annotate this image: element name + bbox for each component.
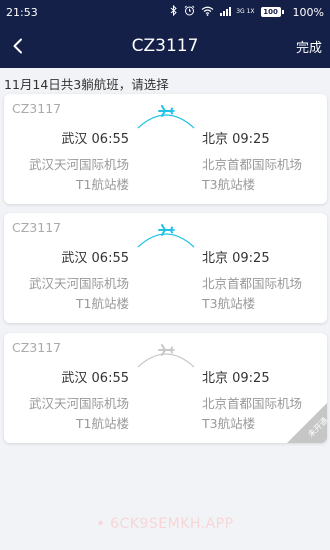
- alarm-clock-icon: [184, 5, 195, 19]
- departure-terminal: T1航站楼: [75, 296, 129, 311]
- departure-city-time: 武汉 06:55: [61, 251, 129, 266]
- departure-airport: 武汉天河国际机场: [28, 276, 129, 291]
- chevron-left-icon: [13, 38, 22, 54]
- flight-card[interactable]: CZ3117 武汉 06:55 北京 09:25 武汉天河国际机场 北京首都国际机场 T1…: [4, 213, 327, 323]
- wifi-icon: [201, 6, 214, 19]
- signal-label: 3G 1X: [236, 8, 255, 15]
- flight-summary: 11月14日共3躺航班，请选择: [4, 77, 169, 92]
- status-icons: 3G 1X 100 100%: [170, 4, 324, 19]
- departure-city-time: 武汉 06:55: [61, 371, 129, 386]
- status-time: 21:53: [6, 5, 38, 19]
- departure-terminal: T1航站楼: [75, 177, 129, 192]
- arrival-terminal: T3航站楼: [202, 177, 256, 192]
- airplane-icon: [137, 344, 195, 368]
- done-button[interactable]: 完成: [296, 37, 322, 56]
- flight-number: CZ3117: [12, 340, 62, 355]
- departure-airport: 武汉天河国际机场: [28, 396, 129, 411]
- airplane-icon: [137, 105, 195, 129]
- battery-icon: 100: [260, 7, 284, 17]
- airplane-icon: [137, 224, 195, 248]
- arrival-city-time: 北京 09:25: [202, 371, 270, 386]
- status-badge: 未开通: [287, 403, 327, 443]
- departure-airport: 武汉天河国际机场: [28, 157, 129, 172]
- arrival-airport: 北京首都国际机场: [202, 157, 303, 172]
- page-title: CZ3117: [131, 36, 199, 56]
- departure-city-time: 武汉 06:55: [61, 132, 129, 147]
- arrival-city-time: 北京 09:25: [202, 251, 270, 266]
- flight-number: CZ3117: [12, 101, 62, 116]
- status-bar: 21:53 3G 1X 100 100%: [0, 0, 330, 24]
- nav-bar: CZ3117 完成: [0, 24, 330, 68]
- back-button[interactable]: [6, 34, 30, 58]
- flight-card[interactable]: CZ3117 武汉 06:55 北京 09:25 武汉天河国际机场 北京首都国际机场 T1…: [4, 333, 327, 443]
- bluetooth-icon: [170, 4, 178, 19]
- arrival-terminal: T3航站楼: [202, 296, 256, 311]
- battery-percent: 100%: [292, 5, 324, 19]
- flight-card[interactable]: CZ3117 武汉 06:55 北京 09:25 武汉天河国际机场 北京首都国际机场 T1…: [4, 94, 327, 204]
- arrival-terminal: T3航站楼: [202, 416, 256, 431]
- arrival-airport: 北京首都国际机场: [202, 276, 303, 291]
- battery-level: 100: [260, 7, 281, 17]
- arrival-city-time: 北京 09:25: [202, 132, 270, 147]
- departure-terminal: T1航站楼: [75, 416, 129, 431]
- watermark: • 6CK9SEMKH.APP: [96, 516, 234, 532]
- flight-number: CZ3117: [12, 220, 62, 235]
